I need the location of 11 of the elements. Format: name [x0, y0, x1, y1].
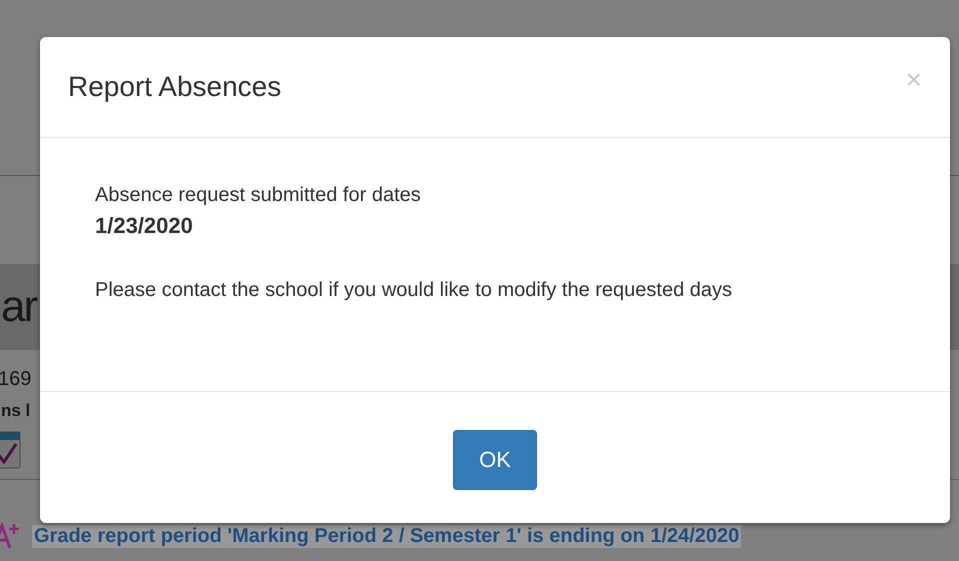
- message-text: Absence request submitted for dates: [95, 184, 422, 207]
- grade-icon: [0, 522, 20, 550]
- notice-link[interactable]: Grade report period 'Marking Period 2 / Semester 1' is ending on 1/24/2020: [32, 524, 742, 548]
- info-text: ns l: [1, 401, 32, 421]
- dialog-title: Report Absences: [68, 71, 282, 103]
- close-button[interactable]: ×: [906, 64, 922, 96]
- dates-text: 1/23/2020: [95, 213, 194, 239]
- calendar-check-icon: [0, 430, 22, 470]
- note-text: Please contact the school if you would like to modify the requested days: [95, 279, 734, 302]
- ok-button[interactable]: OK: [453, 430, 537, 490]
- page-heading: ar: [1, 282, 36, 332]
